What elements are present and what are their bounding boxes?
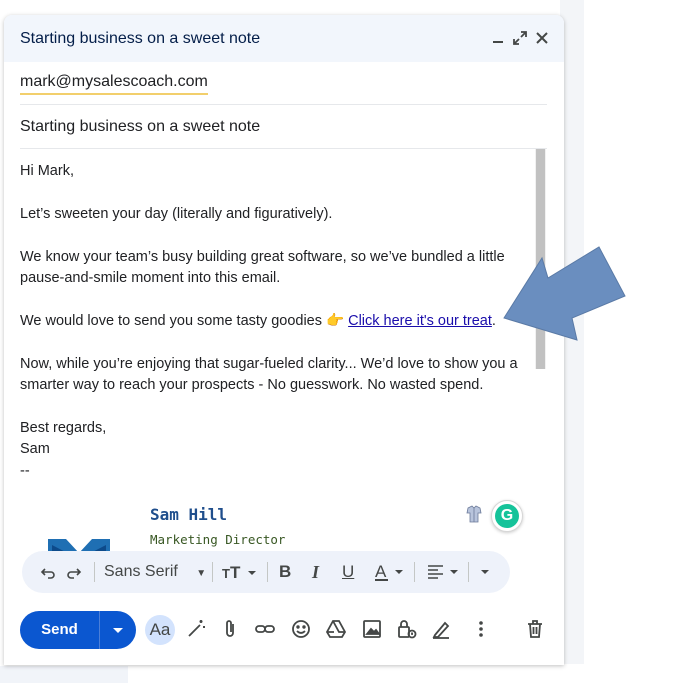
italic-icon[interactable]: I (312, 561, 319, 583)
toolbar-divider (414, 562, 415, 582)
formatting-toolbar: Sans Serif ▼ TT B I U A (22, 551, 510, 593)
emoji-icon[interactable] (290, 618, 312, 640)
redo-icon[interactable] (66, 561, 82, 583)
undo-icon[interactable] (40, 561, 56, 583)
toolbar-divider (468, 562, 469, 582)
body-line-3: We would love to send you some tasty goo… (20, 311, 525, 332)
compose-window: Starting business on a sweet note mark@m… (4, 15, 564, 665)
shirt-icon[interactable] (466, 505, 482, 523)
send-button[interactable]: Send (20, 611, 99, 649)
body-line-3-period: . (491, 312, 496, 329)
subject-field[interactable]: Starting business on a sweet note (20, 116, 547, 149)
toolbar-divider (267, 562, 268, 582)
magic-wand-icon[interactable] (185, 618, 207, 640)
body-line-3-text: We would love to send you some tasty goo… (20, 312, 349, 329)
font-family-label: Sans Serif (104, 563, 178, 580)
insert-photo-icon[interactable] (361, 618, 383, 640)
underline-icon[interactable]: U (342, 561, 354, 583)
signature-role: Marketing Director (150, 532, 286, 547)
subject-text: Starting business on a sweet note (20, 118, 261, 135)
body-line-1: Let’s sweeten your day (literally and fi… (20, 205, 333, 222)
close-icon[interactable] (534, 30, 550, 46)
compose-title: Starting business on a sweet note (20, 30, 261, 47)
more-options-icon[interactable] (470, 618, 492, 640)
sender-line: Sam (20, 441, 50, 458)
body-line-4: Now, while you’re enjoying that sugar-fu… (20, 355, 518, 393)
font-family-select[interactable]: Sans Serif ▼ (104, 561, 206, 583)
greeting-line: Hi Mark, (20, 163, 74, 179)
expand-icon[interactable] (512, 30, 528, 46)
confidential-mode-icon[interactable] (395, 618, 417, 640)
align-icon[interactable] (426, 561, 462, 583)
message-body[interactable]: Hi Mark, Let’s sweeten your day (literal… (20, 161, 525, 482)
closing-line: Best regards, (20, 419, 107, 436)
chevron-down-icon: ▼ (196, 568, 207, 579)
more-formatting-icon[interactable] (478, 561, 492, 583)
recipients-field[interactable]: mark@mysalescoach.com (20, 73, 547, 105)
background-tab (0, 666, 128, 683)
bold-icon[interactable]: B (279, 561, 291, 583)
grammarly-icon[interactable]: G (491, 500, 523, 532)
signature-name: Sam Hill (150, 505, 228, 524)
attach-icon[interactable] (219, 618, 241, 640)
discard-draft-icon[interactable] (524, 618, 546, 640)
body-line-2: We know your team’s busy building great … (20, 248, 505, 286)
link-icon[interactable] (254, 618, 276, 640)
signature-pen-icon[interactable] (430, 618, 452, 640)
pointer-arrow (503, 246, 626, 341)
send-button-group: Send (20, 611, 136, 649)
toolbar-divider (94, 562, 95, 582)
minimize-icon[interactable] (490, 30, 506, 46)
svg-text:A: A (375, 562, 387, 581)
schedule-send-button[interactable] (100, 611, 136, 649)
compose-titlebar[interactable]: Starting business on a sweet note (4, 15, 564, 62)
svg-text:T: T (222, 566, 230, 581)
treat-link[interactable]: Click here it's our treat (348, 313, 492, 329)
drive-icon[interactable] (325, 618, 347, 640)
recipient-chip[interactable]: mark@mysalescoach.com (20, 73, 208, 95)
formatting-options-button[interactable]: Aa (145, 615, 175, 645)
toolbar-divider (212, 562, 213, 582)
text-color-icon[interactable]: A (375, 561, 407, 583)
chevron-down-icon (113, 628, 123, 633)
signature-separator: -- (20, 462, 30, 479)
grammarly-letter: G (495, 504, 519, 528)
font-size-icon[interactable]: TT (222, 561, 260, 583)
svg-text:T: T (230, 563, 241, 582)
